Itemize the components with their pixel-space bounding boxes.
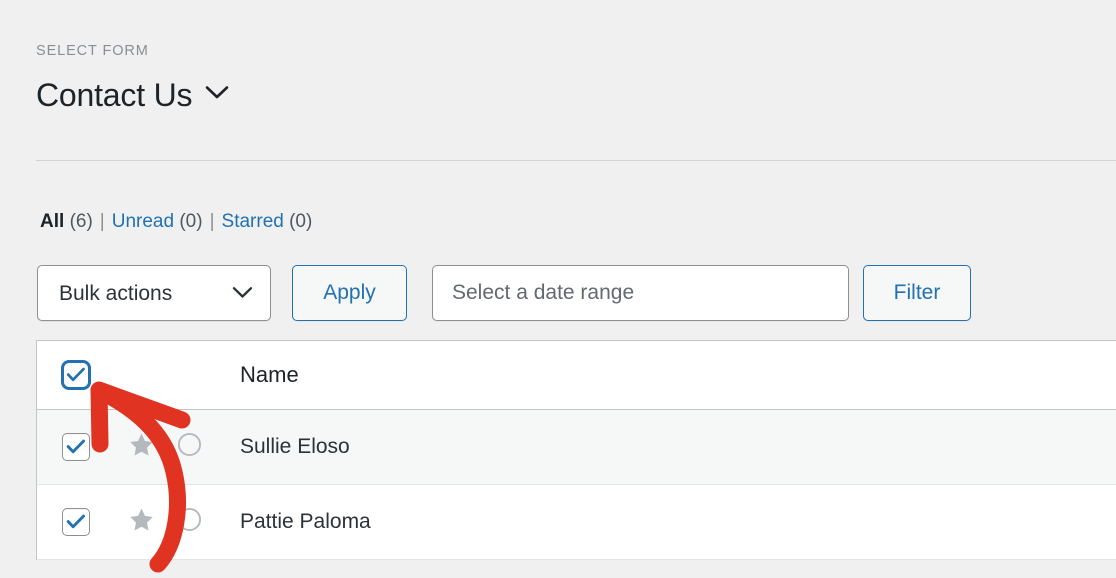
row-checkbox-cell [37, 433, 115, 461]
filter-count-unread: (0) [179, 211, 203, 232]
column-header-name[interactable]: Name [237, 362, 1116, 388]
circle-icon[interactable] [177, 432, 202, 462]
row-icons-cell [115, 432, 237, 462]
date-range-input[interactable] [432, 265, 849, 321]
entry-name[interactable]: Pattie Paloma [237, 510, 1116, 534]
filter-separator-2: | [209, 211, 215, 232]
chevron-down-icon [232, 281, 253, 305]
filter-count-starred: (0) [289, 211, 313, 232]
header-divider [36, 160, 1116, 161]
form-selector: SELECT FORM Contact Us [36, 44, 229, 111]
entries-table: Name Sullie Eloso Pattie Paloma [36, 340, 1116, 560]
filter-link-unread[interactable]: Unread [112, 211, 174, 232]
row-icons-cell [115, 507, 237, 537]
entry-status-filter-links: All (6) | Unread (0) | Starred (0) [40, 212, 312, 231]
bulk-actions-select[interactable]: Bulk actions [37, 265, 271, 321]
bulk-actions-selected-value: Bulk actions [59, 281, 173, 305]
select-form-label: SELECT FORM [36, 43, 149, 59]
filter-link-starred[interactable]: Starred [222, 211, 284, 232]
apply-button[interactable]: Apply [292, 265, 407, 321]
select-all-checkbox[interactable] [62, 361, 90, 389]
form-selector-dropdown[interactable]: Contact Us [36, 79, 229, 111]
star-icon[interactable] [129, 508, 154, 537]
filter-count-all: (6) [69, 211, 93, 232]
entry-name[interactable]: Sullie Eloso [237, 435, 1116, 459]
star-icon[interactable] [129, 433, 154, 462]
chevron-down-icon [205, 85, 229, 105]
row-select-checkbox[interactable] [62, 508, 90, 536]
table-row[interactable]: Sullie Eloso [37, 410, 1116, 485]
filter-button[interactable]: Filter [863, 265, 971, 321]
table-row[interactable]: Pattie Paloma [37, 485, 1116, 560]
entries-toolbar: Bulk actions Apply Filter [37, 265, 971, 321]
row-checkbox-cell [37, 508, 115, 536]
filter-link-all[interactable]: All [40, 211, 64, 232]
table-header-row: Name [37, 341, 1116, 410]
filter-separator-1: | [99, 211, 105, 232]
circle-icon[interactable] [177, 507, 202, 537]
row-select-checkbox[interactable] [62, 433, 90, 461]
selected-form-title: Contact Us [36, 76, 193, 113]
header-checkbox-cell [37, 361, 115, 389]
